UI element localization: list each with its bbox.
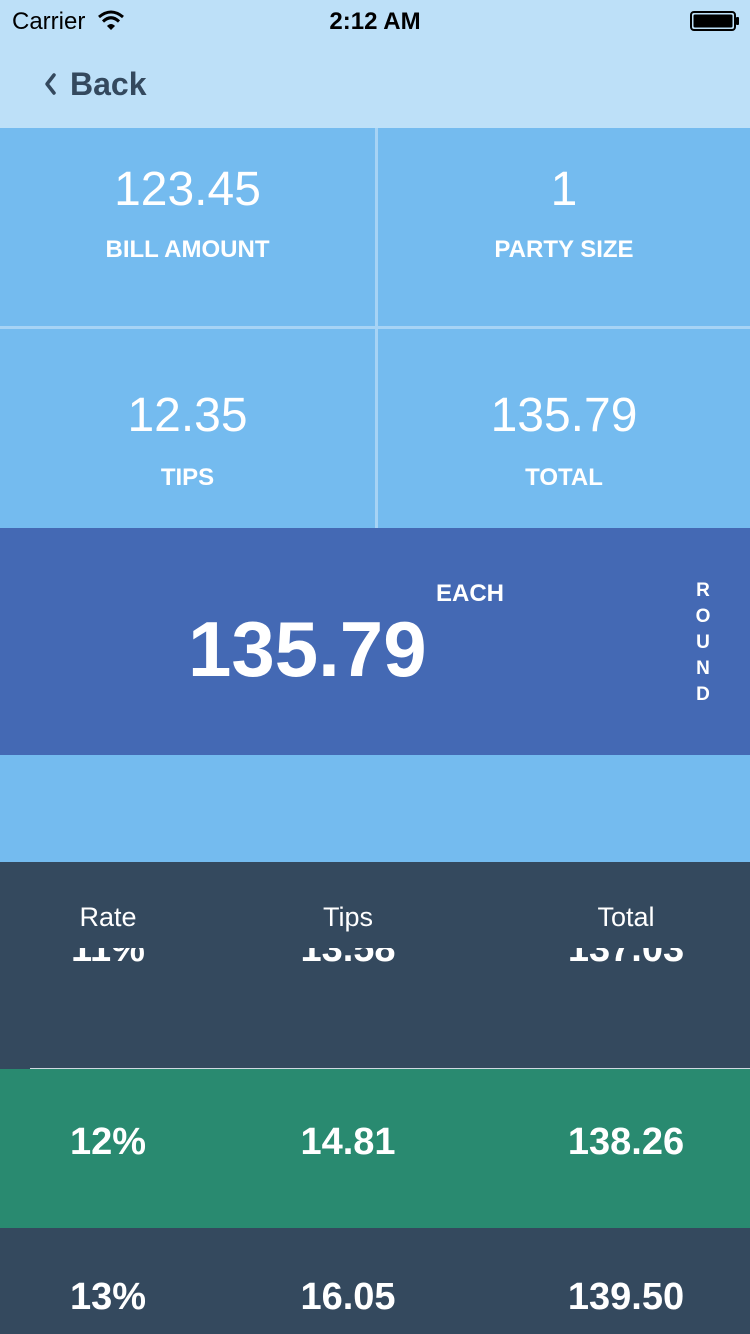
battery-icon — [690, 11, 739, 31]
header-total: Total — [597, 902, 655, 932]
tips-cell[interactable]: 12.35 TIPS — [0, 330, 375, 528]
party-size-cell[interactable]: 1 PARTY SIZE — [378, 128, 750, 327]
back-label: Back — [70, 65, 147, 102]
table-row[interactable]: 13% 16.05 139.50 — [0, 1228, 750, 1334]
status-bar: Carrier 2:12 AM — [0, 0, 750, 40]
party-size-label: PARTY SIZE — [494, 236, 634, 263]
navigation-bar: Back — [0, 40, 750, 128]
table-row[interactable]: 11% 13.58 137.03 — [0, 948, 750, 982]
row-tips: 16.05 — [300, 1276, 396, 1318]
each-panel: 135.79 EACH R O U N D — [0, 528, 750, 755]
total-value: 135.79 — [490, 389, 638, 442]
tip-rate-table[interactable]: Rate Tips Total 11% 13.58 137.03 12% 14.… — [0, 862, 750, 1334]
header-rate: Rate — [79, 902, 137, 932]
round-letter: D — [696, 684, 710, 705]
status-time: 2:12 AM — [329, 8, 421, 35]
round-letter: U — [696, 632, 710, 653]
tips-label: TIPS — [160, 464, 215, 491]
row-total: 138.26 — [567, 1121, 685, 1163]
total-cell[interactable]: 135.79 TOTAL — [378, 330, 750, 528]
row-tips: 14.81 — [300, 1121, 396, 1163]
round-letter: N — [696, 658, 710, 679]
bill-amount-cell[interactable]: 123.45 BILL AMOUNT — [0, 128, 375, 327]
row-rate: 13% — [69, 1276, 147, 1318]
tips-value: 12.35 — [127, 389, 248, 442]
each-amount: 135.79 — [188, 605, 427, 693]
round-letter: R — [696, 580, 710, 601]
round-letter: O — [695, 606, 711, 627]
header-tips: Tips — [322, 902, 373, 932]
round-button[interactable]: R O U N D — [690, 578, 716, 708]
row-tips: 13.58 — [300, 948, 396, 970]
row-total: 139.50 — [567, 1276, 685, 1318]
grid-divider-horizontal — [0, 326, 750, 329]
spacer-band — [0, 755, 750, 862]
back-button[interactable]: Back — [42, 64, 147, 104]
party-size-value: 1 — [550, 163, 578, 216]
bill-amount-value: 123.45 — [114, 163, 261, 216]
table-row-selected[interactable]: 12% 14.81 138.26 — [0, 1069, 750, 1228]
each-label: EACH — [436, 580, 505, 607]
bill-amount-label: BILL AMOUNT — [105, 236, 270, 263]
row-total: 137.03 — [567, 948, 685, 970]
chevron-left-icon — [45, 73, 56, 95]
row-rate: 12% — [69, 1121, 147, 1163]
row-rate: 11% — [71, 948, 145, 970]
total-label: TOTAL — [525, 464, 603, 491]
